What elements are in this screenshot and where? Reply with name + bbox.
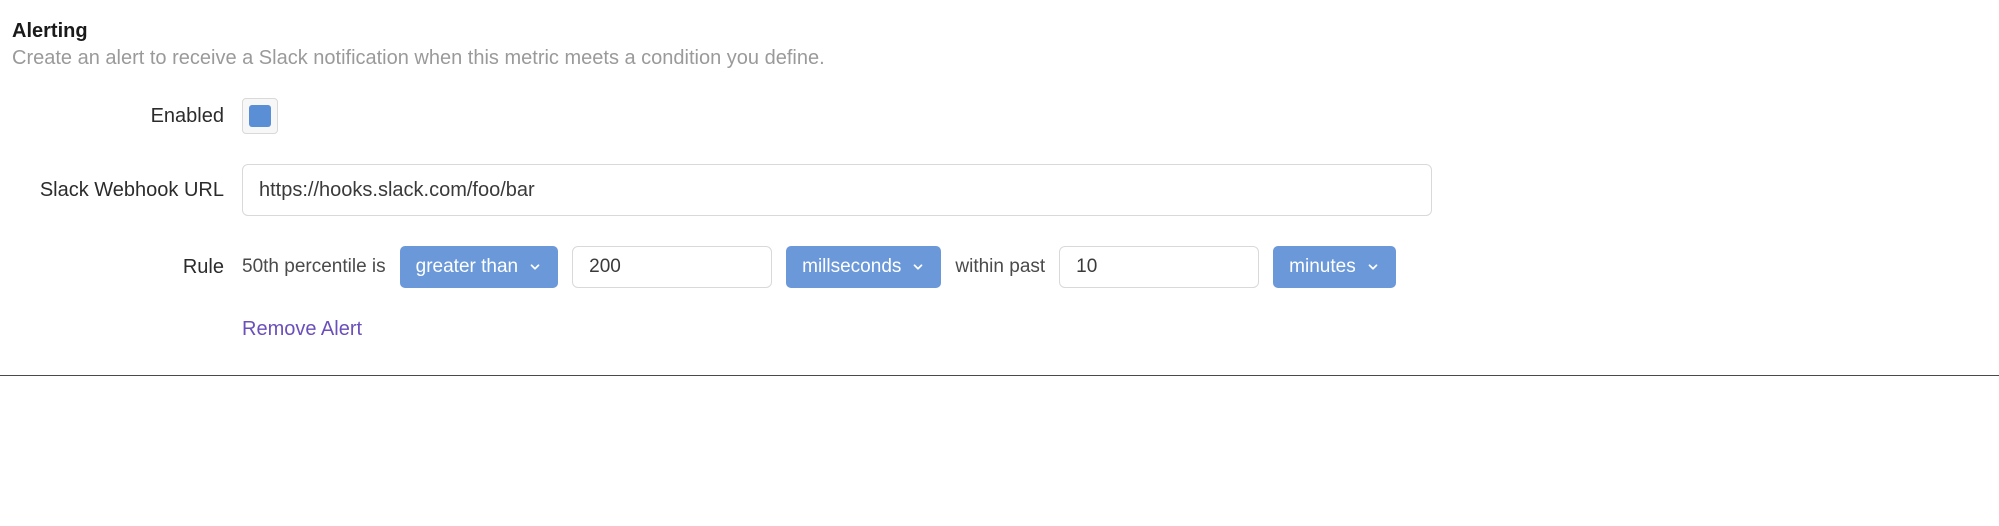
chevron-down-icon — [1366, 260, 1380, 274]
webhook-url-input[interactable] — [242, 164, 1432, 216]
rule-row: Rule 50th percentile is greater than mil… — [12, 246, 1987, 288]
window-unit-label: minutes — [1289, 256, 1356, 278]
window-unit-select[interactable]: minutes — [1273, 246, 1396, 288]
threshold-unit-label: millseconds — [802, 256, 901, 278]
comparator-select[interactable]: greater than — [400, 246, 558, 288]
comparator-label: greater than — [416, 256, 518, 278]
webhook-row: Slack Webhook URL — [12, 164, 1987, 216]
chevron-down-icon — [528, 260, 542, 274]
remove-alert-link[interactable]: Remove Alert — [242, 318, 362, 341]
rule-prefix-text: 50th percentile is — [242, 256, 386, 278]
threshold-input[interactable] — [572, 246, 772, 288]
threshold-unit-select[interactable]: millseconds — [786, 246, 941, 288]
remove-row: Remove Alert — [12, 318, 1987, 341]
enabled-checkbox[interactable] — [242, 98, 278, 134]
chevron-down-icon — [911, 260, 925, 274]
section-title: Alerting — [12, 20, 1987, 43]
window-value-input[interactable] — [1059, 246, 1259, 288]
window-label-text: within past — [955, 256, 1045, 278]
webhook-label: Slack Webhook URL — [12, 179, 242, 202]
enabled-label: Enabled — [12, 105, 242, 128]
section-description: Create an alert to receive a Slack notif… — [12, 47, 1987, 70]
check-icon — [249, 105, 271, 127]
rule-label: Rule — [12, 256, 242, 279]
alerting-section: Alerting Create an alert to receive a Sl… — [0, 0, 1999, 376]
enabled-row: Enabled — [12, 98, 1987, 134]
